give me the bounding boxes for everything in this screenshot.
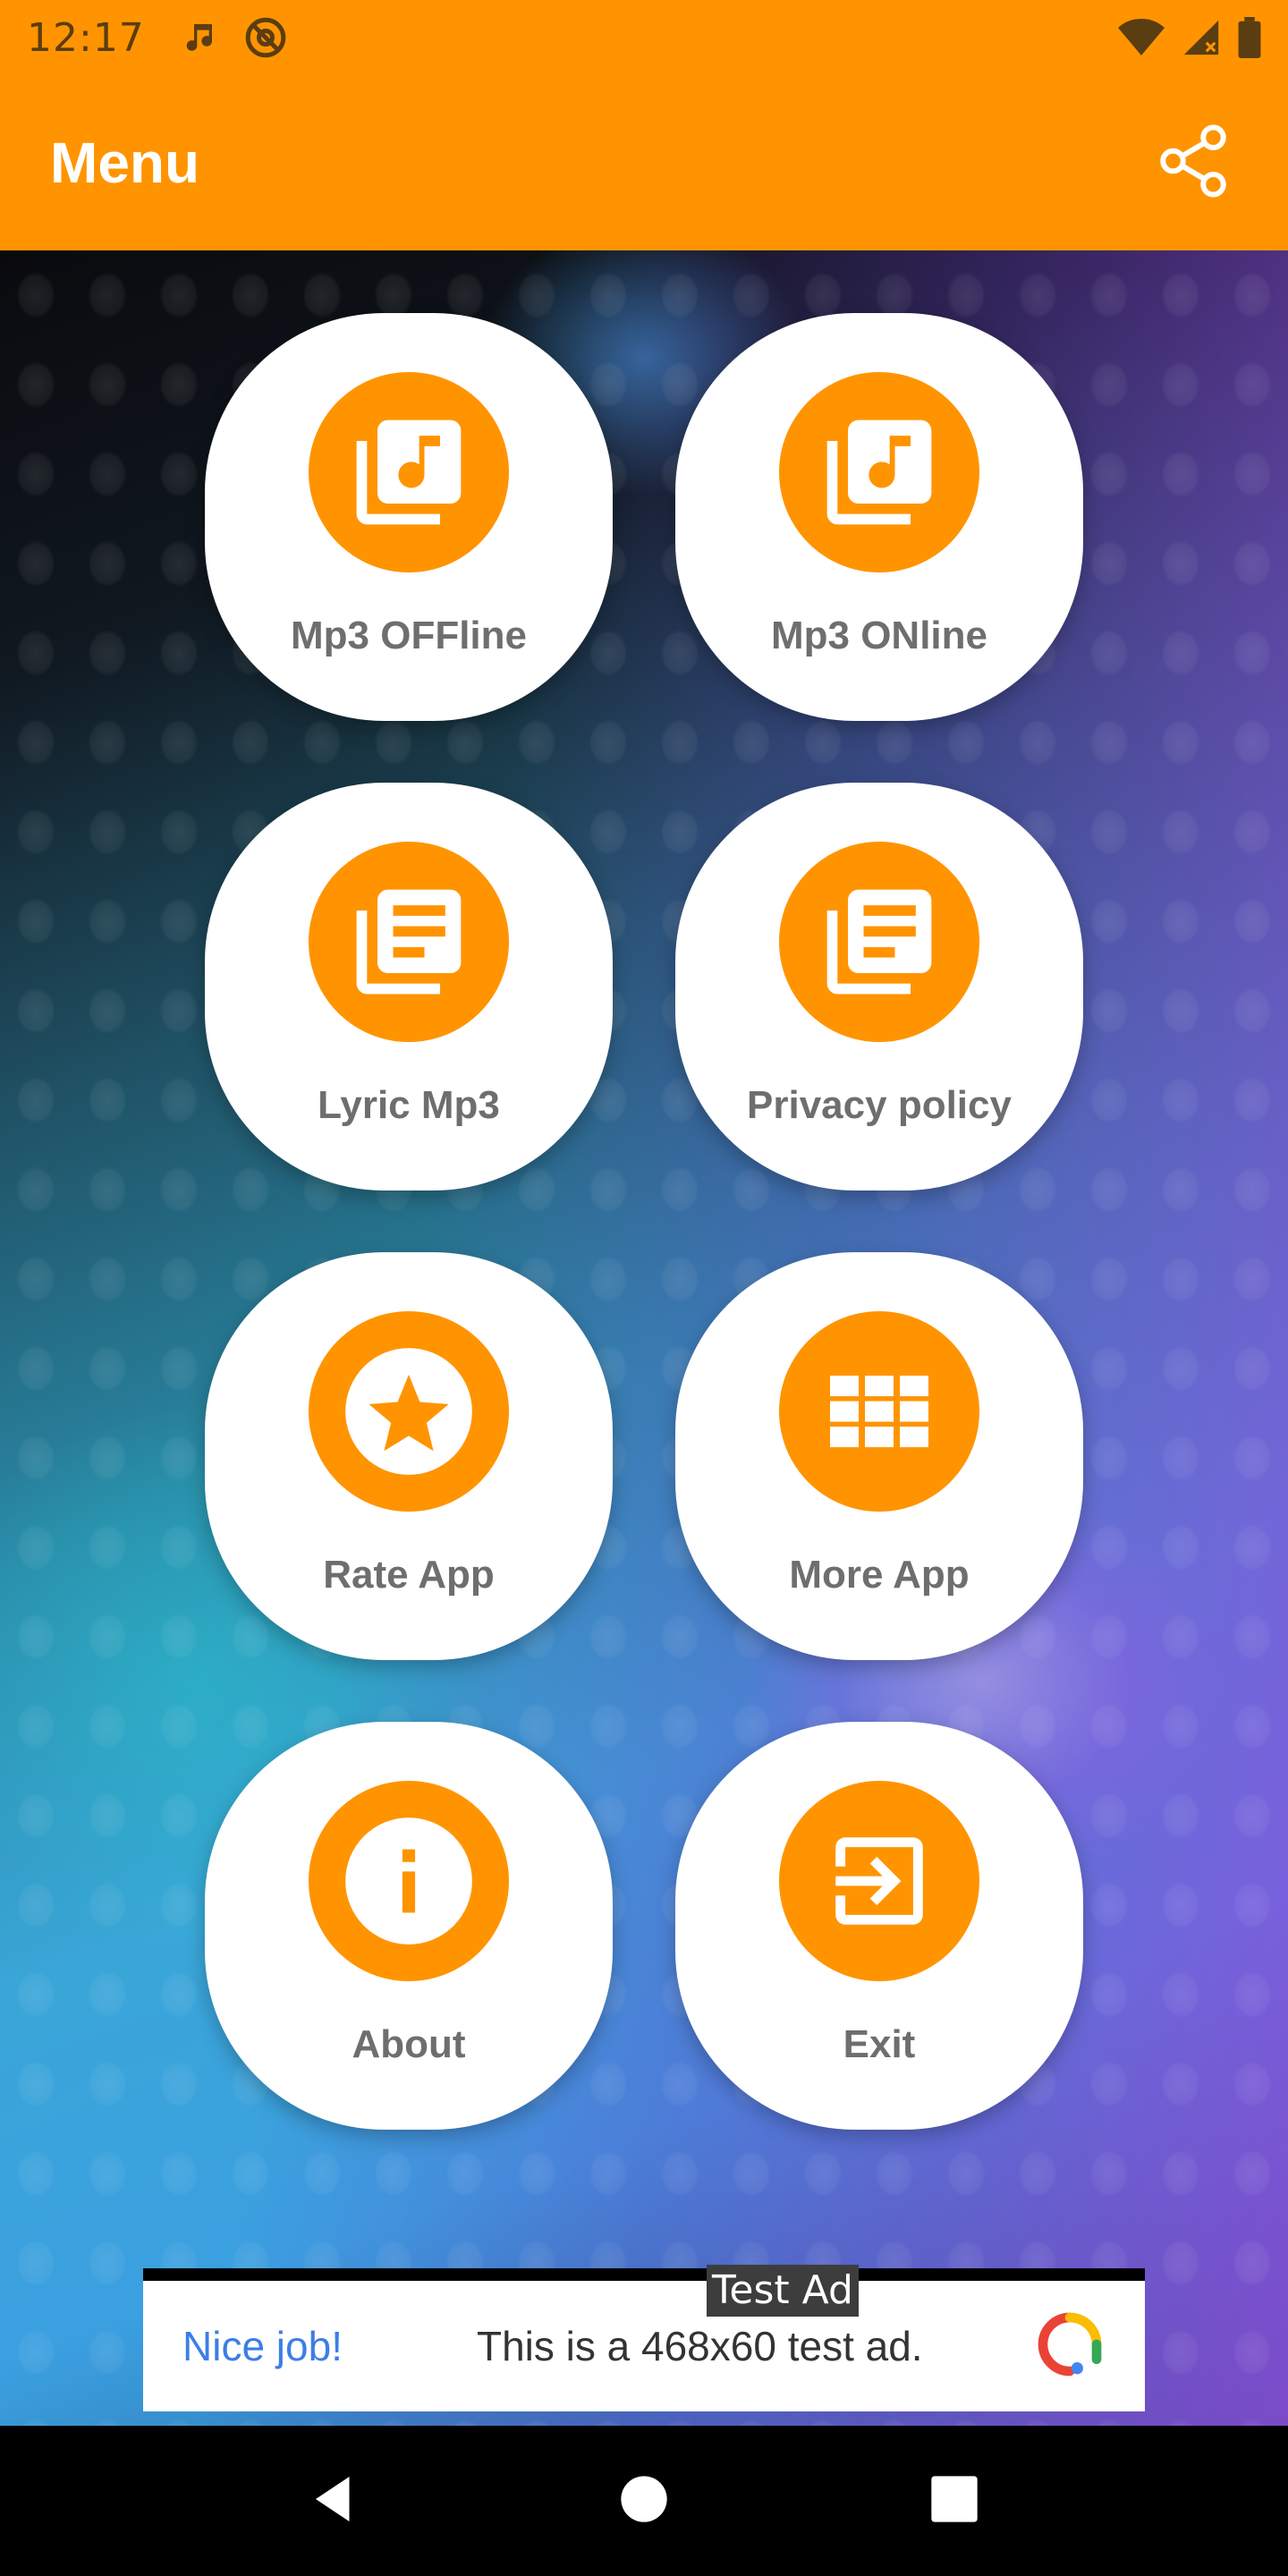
menu-item-label: About <box>352 2022 466 2066</box>
signal-icon <box>1181 17 1222 58</box>
recents-button[interactable] <box>901 2447 1008 2555</box>
text-library-icon <box>779 842 979 1042</box>
music-note-icon <box>181 20 216 55</box>
menu-item-privacy-policy[interactable]: Privacy policy <box>675 783 1083 1191</box>
menu-item-rate-app[interactable]: Rate App <box>205 1252 613 1660</box>
grid-icon <box>779 1311 979 1512</box>
menu-item-label: Privacy policy <box>747 1083 1012 1127</box>
music-library-icon <box>309 372 509 572</box>
status-icons-left <box>181 15 288 60</box>
home-icon <box>619 2474 669 2529</box>
at-sign-icon <box>243 15 288 60</box>
exit-icon <box>779 1781 979 1981</box>
ad-banner[interactable]: Test Ad Nice job! This is a 468x60 test … <box>143 2265 1145 2411</box>
home-button[interactable] <box>590 2447 698 2555</box>
menu-grid: Mp3 OFFline Mp3 ONline Lyric Mp3 Privacy… <box>0 250 1288 2426</box>
page-title: Menu <box>50 131 200 195</box>
back-icon <box>307 2472 360 2530</box>
status-time: 12:17 <box>27 14 145 61</box>
menu-background: Mp3 OFFline Mp3 ONline Lyric Mp3 Privacy… <box>0 250 1288 2426</box>
menu-item-label: Mp3 OFFline <box>291 614 527 657</box>
ad-headline[interactable]: Nice job! <box>182 2322 343 2370</box>
star-icon <box>309 1311 509 1512</box>
ad-logo-icon[interactable] <box>1034 2309 1106 2385</box>
menu-item-more-app[interactable]: More App <box>675 1252 1083 1660</box>
ad-tag: Test Ad <box>707 2265 859 2317</box>
menu-item-label: Mp3 ONline <box>770 614 988 657</box>
music-library-icon <box>779 372 979 572</box>
menu-item-about[interactable]: About <box>205 1722 613 2130</box>
recents-icon <box>929 2474 979 2529</box>
menu-item-lyric-mp3[interactable]: Lyric Mp3 <box>205 783 613 1191</box>
menu-item-exit[interactable]: Exit <box>675 1722 1083 2130</box>
wifi-icon <box>1118 18 1165 57</box>
menu-item-label: Exit <box>843 2022 916 2066</box>
battery-icon <box>1238 17 1261 58</box>
menu-item-mp3-offline[interactable]: Mp3 OFFline <box>205 313 613 721</box>
menu-item-label: Lyric Mp3 <box>318 1083 500 1127</box>
menu-item-label: Rate App <box>323 1553 495 1597</box>
navigation-bar <box>0 2426 1288 2576</box>
app-bar: Menu <box>0 75 1288 250</box>
menu-item-mp3-online[interactable]: Mp3 ONline <box>675 313 1083 721</box>
share-icon <box>1153 121 1233 206</box>
ad-text: This is a 468x60 test ad. <box>476 2323 923 2369</box>
back-button[interactable] <box>280 2447 387 2555</box>
share-button[interactable] <box>1148 118 1238 208</box>
status-icons-right <box>1118 17 1261 58</box>
info-icon <box>309 1781 509 1981</box>
menu-item-label: More App <box>789 1553 970 1597</box>
text-library-icon <box>309 842 509 1042</box>
status-bar: 12:17 <box>0 0 1288 75</box>
